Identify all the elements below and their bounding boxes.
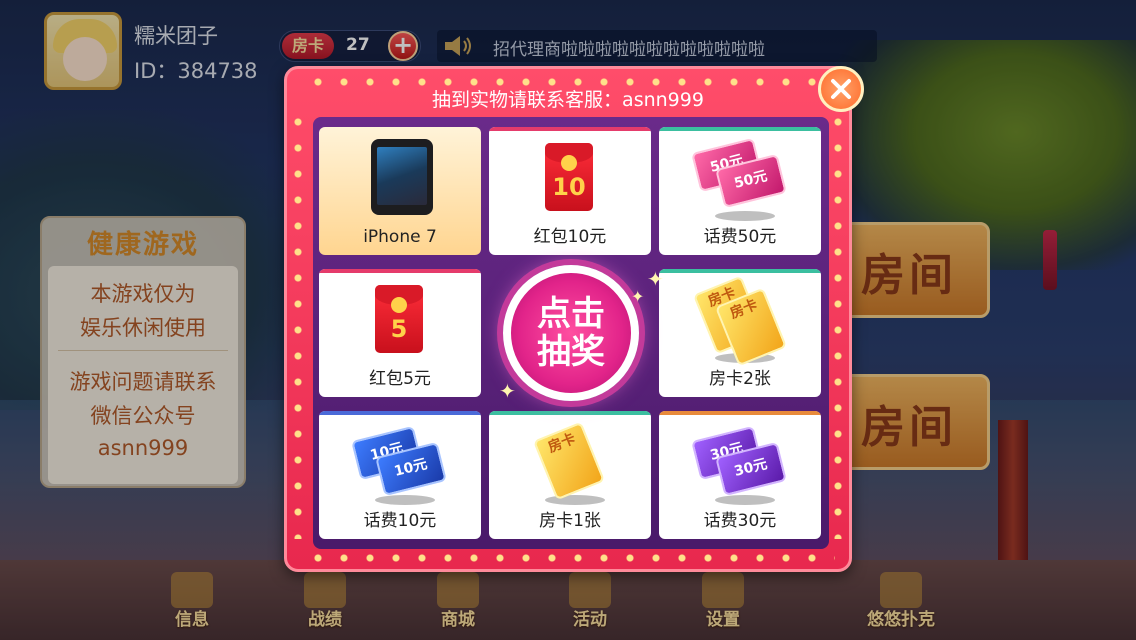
prize-cell: 5 红包5元 (319, 269, 481, 397)
prize-label: 话费10元 (363, 511, 437, 531)
prize-label: 话费30元 (703, 511, 777, 531)
lottery-modal: 抽到实物请联系客服：asnn999 iPhone 7 10 红包10元 50元 … (284, 66, 852, 572)
prize-grid: iPhone 7 10 红包10元 50元 50元 话费50元 5 红包5元 房… (313, 117, 829, 549)
prize-cell: 房卡 房卡 房卡2张 (659, 269, 821, 397)
draw-label: 点击 (537, 294, 605, 334)
light-dots (833, 109, 843, 539)
prize-label: 房卡1张 (539, 511, 601, 531)
prize-label: 房卡2张 (709, 369, 771, 389)
prize-label: iPhone 7 (363, 227, 437, 247)
prize-cell: 10 红包10元 (489, 127, 651, 255)
prize-cell: 50元 50元 话费50元 (659, 127, 821, 255)
light-dots (305, 553, 835, 563)
red-envelope-icon: 5 (375, 285, 423, 353)
lottery-header: 抽到实物请联系客服：asnn999 (432, 89, 704, 111)
prize-label: 红包5元 (369, 369, 431, 389)
close-icon (831, 79, 851, 99)
prize-label: 红包10元 (533, 227, 607, 247)
sparkle-icon: ✦ (647, 267, 664, 291)
sparkle-icon: ✦ (499, 379, 516, 403)
sparkle-icon: ✦ (631, 287, 645, 306)
phone-icon (371, 139, 433, 215)
prize-cell: 10元 10元 话费10元 (319, 411, 481, 539)
prize-cell: iPhone 7 (319, 127, 481, 255)
draw-lottery-button[interactable]: 点击 抽奖 (503, 265, 639, 401)
room-card-icon: 房卡 (532, 421, 606, 501)
prize-label: 话费50元 (703, 227, 777, 247)
prize-cell: 房卡 房卡1张 (489, 411, 651, 539)
close-button[interactable] (818, 66, 864, 112)
red-envelope-icon: 10 (545, 143, 593, 211)
draw-label: 抽奖 (537, 332, 605, 372)
light-dots (293, 109, 303, 539)
prize-cell: 30元 30元 话费30元 (659, 411, 821, 539)
